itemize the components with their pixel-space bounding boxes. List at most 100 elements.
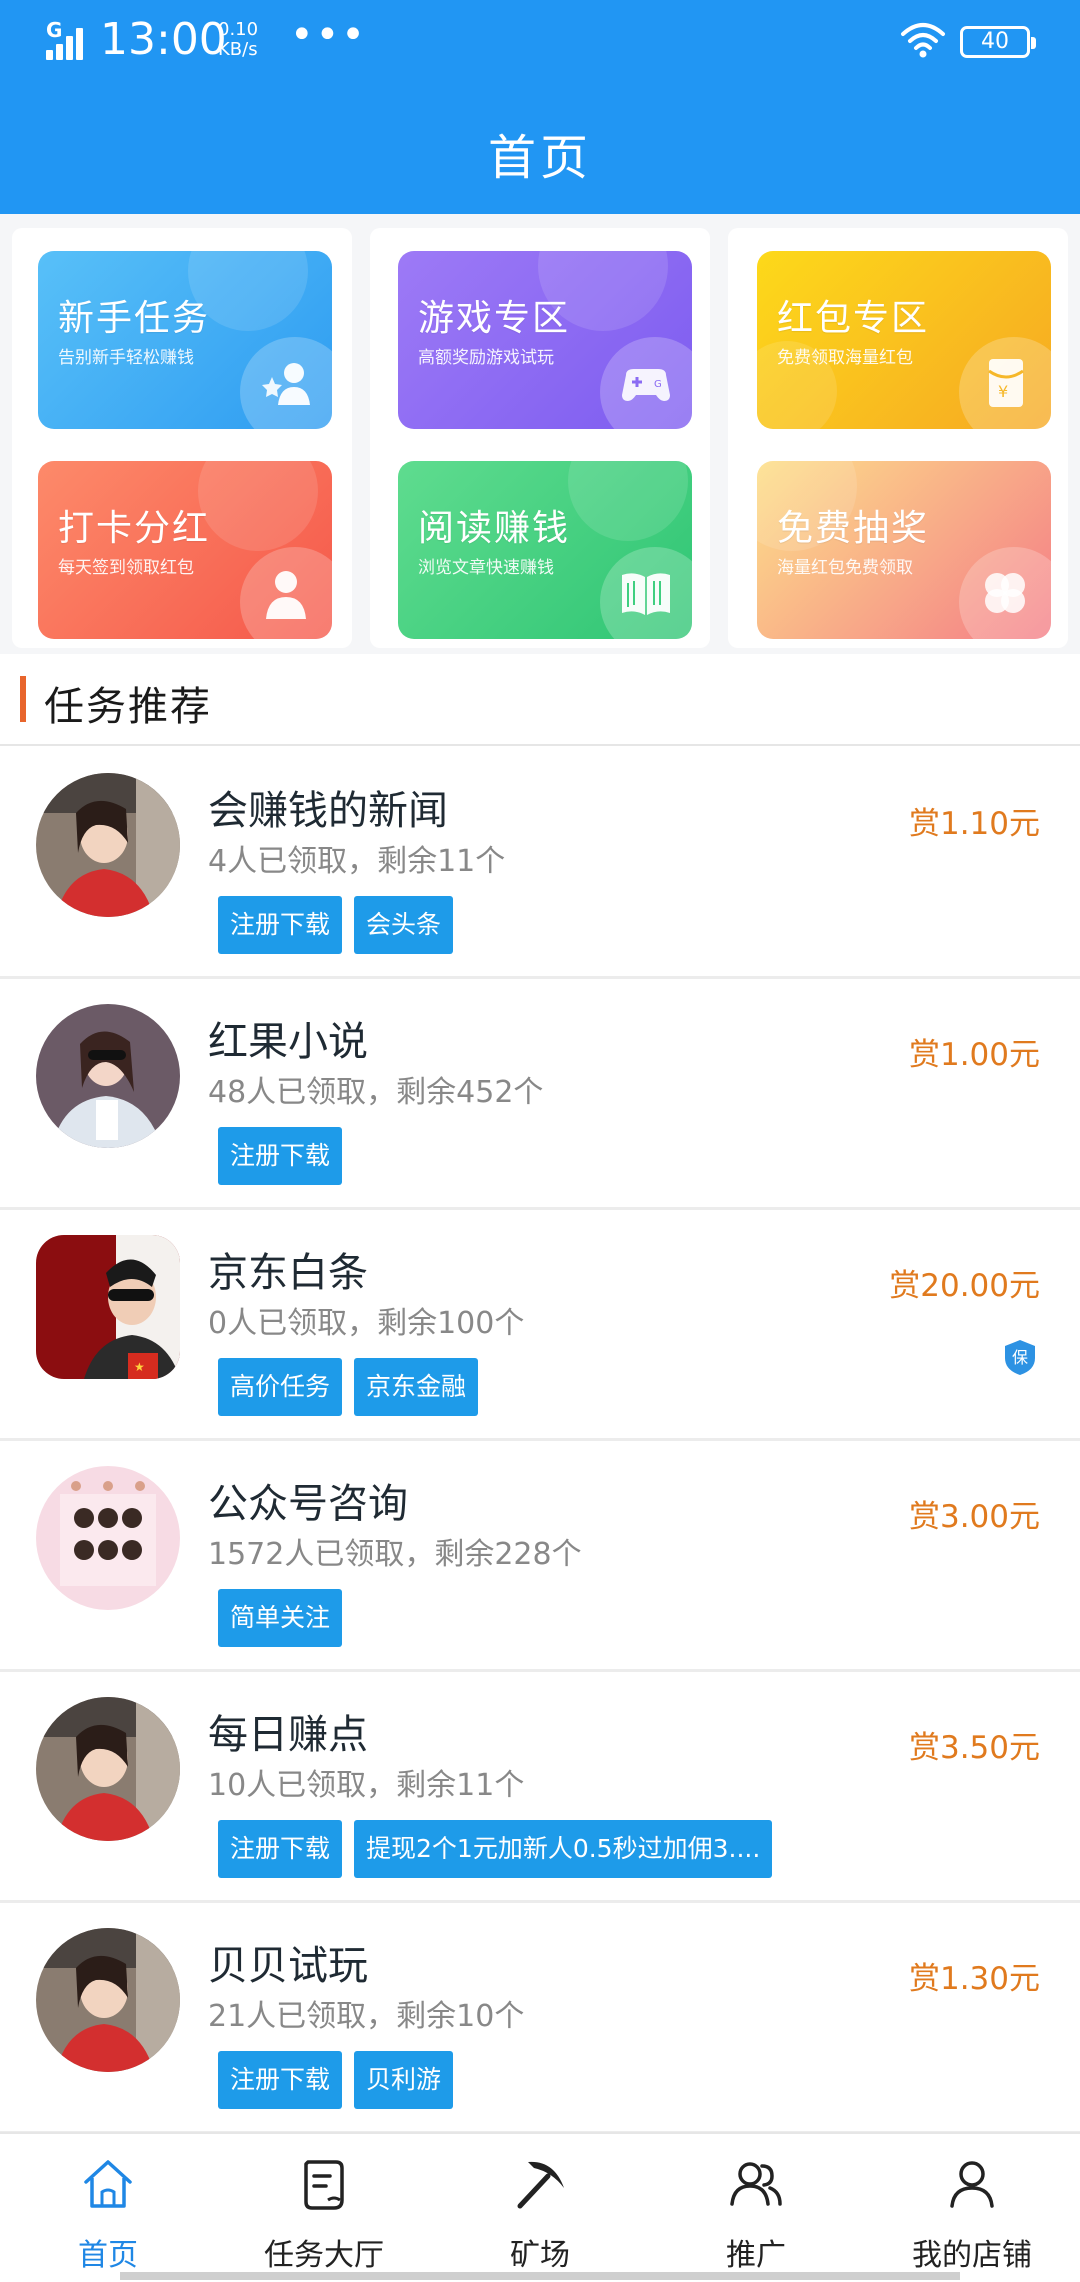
svg-text:¥: ¥	[998, 382, 1008, 401]
category-free-lottery[interactable]: 免费抽奖 海量红包免费领取	[757, 461, 1051, 639]
signal-icon: G	[46, 18, 92, 60]
task-tag: 注册下载	[218, 1127, 343, 1185]
category-red-envelope[interactable]: 红包专区 免费领取海量红包 ¥	[757, 251, 1051, 429]
wifi-icon	[901, 23, 945, 58]
task-tag: 注册下载	[218, 1820, 343, 1878]
task-tags: 高价任务 京东金融	[218, 1358, 479, 1416]
clover-icon	[985, 573, 1025, 613]
book-icon	[622, 573, 670, 615]
user-star-icon	[262, 363, 310, 405]
category-checkin-bonus[interactable]: 打卡分红 每天签到领取红包	[38, 461, 332, 639]
task-title: 会赚钱的新闻	[208, 788, 448, 834]
bottom-navigation: 首页 任务大厅 矿场 推广 我的店铺	[0, 2132, 1080, 2280]
avatar	[36, 1466, 180, 1610]
task-title: 京东白条	[208, 1250, 368, 1296]
task-tag: 京东金融	[354, 1358, 479, 1416]
task-tag: 注册下载	[218, 896, 343, 954]
task-tag: 会头条	[354, 896, 454, 954]
section-header: 任务推荐	[0, 654, 1080, 746]
category-title: 游戏专区	[418, 298, 571, 339]
status-time: 13:00	[100, 14, 227, 65]
network-speed: 0.10 KB/s	[218, 20, 258, 60]
battery-indicator: 40	[960, 26, 1036, 58]
category-game-zone[interactable]: 游戏专区 高额奖励游戏试玩 G	[398, 251, 692, 429]
category-title: 阅读赚钱	[418, 508, 571, 549]
speed-value: 0.10	[218, 19, 259, 40]
task-reward: 赏3.00元	[908, 1499, 1040, 1535]
task-row[interactable]: 公众号咨询 1572人已领取，剩余228个 简单关注 赏3.00元	[0, 1441, 1080, 1672]
task-row[interactable]: ★ 京东白条 0人已领取，剩余100个 高价任务 京东金融 赏20.00元 保	[0, 1210, 1080, 1441]
svg-text:G: G	[654, 379, 662, 390]
nav-label: 首页	[78, 2238, 138, 2273]
nav-home[interactable]: 首页	[0, 2134, 216, 2282]
task-tag: 注册下载	[218, 2051, 343, 2109]
task-claim-count: 0人已领取，剩余100个	[208, 1306, 525, 1341]
gamepad-icon: G	[622, 369, 670, 401]
avatar	[36, 1004, 180, 1148]
nav-label: 任务大厅	[264, 2238, 384, 2273]
avatar	[36, 773, 180, 917]
category-subtitle: 免费领取海量红包	[777, 348, 913, 368]
nav-label: 推广	[726, 2238, 786, 2273]
category-title: 免费抽奖	[777, 508, 930, 549]
task-tags: 简单关注	[218, 1589, 343, 1647]
person-icon	[950, 2161, 994, 2208]
category-title: 新手任务	[58, 298, 211, 339]
svg-text:★: ★	[134, 1360, 145, 1374]
app-header: G 13:00 0.10 KB/s ••• 40 首页	[0, 0, 1080, 214]
task-title: 公众号咨询	[208, 1481, 408, 1527]
task-title: 贝贝试玩	[208, 1943, 368, 1989]
task-reward: 赏3.50元	[908, 1730, 1040, 1766]
task-tags: 注册下载 贝利游	[218, 2051, 454, 2109]
category-subtitle: 高额奖励游戏试玩	[418, 348, 554, 368]
task-title: 红果小说	[208, 1019, 368, 1065]
task-tags: 注册下载 会头条	[218, 896, 454, 954]
task-row[interactable]: 每日赚点 10人已领取，剩余11个 注册下载 提现2个1元加新人0.5秒过加佣3…	[0, 1672, 1080, 1903]
shield-badge-icon: 保	[1005, 1340, 1035, 1375]
task-tags: 注册下载	[218, 1127, 343, 1185]
nav-my-store[interactable]: 我的店铺	[864, 2134, 1080, 2282]
task-reward: 赏1.30元	[908, 1961, 1040, 1997]
document-icon	[304, 2160, 344, 2210]
avatar: ★	[36, 1235, 180, 1379]
more-notifications-icon: •••	[290, 12, 367, 58]
nav-task-hall[interactable]: 任务大厅	[216, 2134, 432, 2282]
task-row[interactable]: 会赚钱的新闻 4人已领取，剩余11个 注册下载 会头条 赏1.10元	[0, 748, 1080, 979]
category-subtitle: 每天签到领取红包	[58, 558, 194, 578]
user-icon	[266, 571, 306, 619]
category-grid: 新手任务 告别新手轻松赚钱 游戏专区 高额奖励游戏试玩 G 红包专区 免费领取海…	[0, 214, 1080, 654]
category-read-earn[interactable]: 阅读赚钱 浏览文章快速赚钱	[398, 461, 692, 639]
task-claim-count: 21人已领取，剩余10个	[208, 1999, 525, 2034]
task-claim-count: 48人已领取，剩余452个	[208, 1075, 544, 1110]
avatar	[36, 1928, 180, 2072]
nav-label: 矿场	[510, 2238, 570, 2273]
category-subtitle: 海量红包免费领取	[777, 558, 913, 578]
nav-mine[interactable]: 矿场	[432, 2134, 648, 2282]
task-claim-count: 10人已领取，剩余11个	[208, 1768, 525, 1803]
category-title: 打卡分红	[58, 508, 211, 549]
task-tag: 高价任务	[218, 1358, 343, 1416]
gesture-bar	[120, 2272, 960, 2280]
task-reward: 赏20.00元	[889, 1268, 1040, 1304]
category-newbie-tasks[interactable]: 新手任务 告别新手轻松赚钱	[38, 251, 332, 429]
task-row[interactable]: 贝贝试玩 21人已领取，剩余10个 注册下载 贝利游 赏1.30元	[0, 1903, 1080, 2134]
task-claim-count: 4人已领取，剩余11个	[208, 844, 506, 879]
category-title: 红包专区	[777, 298, 930, 339]
task-row[interactable]: 红果小说 48人已领取，剩余452个 注册下载 赏1.00元	[0, 979, 1080, 1210]
status-bar: G 13:00 0.10 KB/s ••• 40	[0, 0, 1080, 90]
nav-label: 我的店铺	[912, 2238, 1032, 2273]
category-subtitle: 告别新手轻松赚钱	[58, 348, 194, 368]
pickaxe-icon	[517, 2161, 564, 2209]
task-title: 每日赚点	[208, 1712, 368, 1758]
category-subtitle: 浏览文章快速赚钱	[418, 558, 554, 578]
section-title: 任务推荐	[44, 684, 212, 730]
shield-badge-label: 保	[1012, 1348, 1028, 1367]
task-reward: 赏1.10元	[908, 806, 1040, 842]
task-tags: 注册下载 提现2个1元加新人0.5秒过加佣3....	[218, 1820, 773, 1878]
avatar	[36, 1697, 180, 1841]
task-reward: 赏1.00元	[908, 1037, 1040, 1073]
nav-promote[interactable]: 推广	[648, 2134, 864, 2282]
task-claim-count: 1572人已领取，剩余228个	[208, 1537, 582, 1572]
page-title: 首页	[487, 130, 592, 186]
network-type: G	[46, 18, 63, 42]
